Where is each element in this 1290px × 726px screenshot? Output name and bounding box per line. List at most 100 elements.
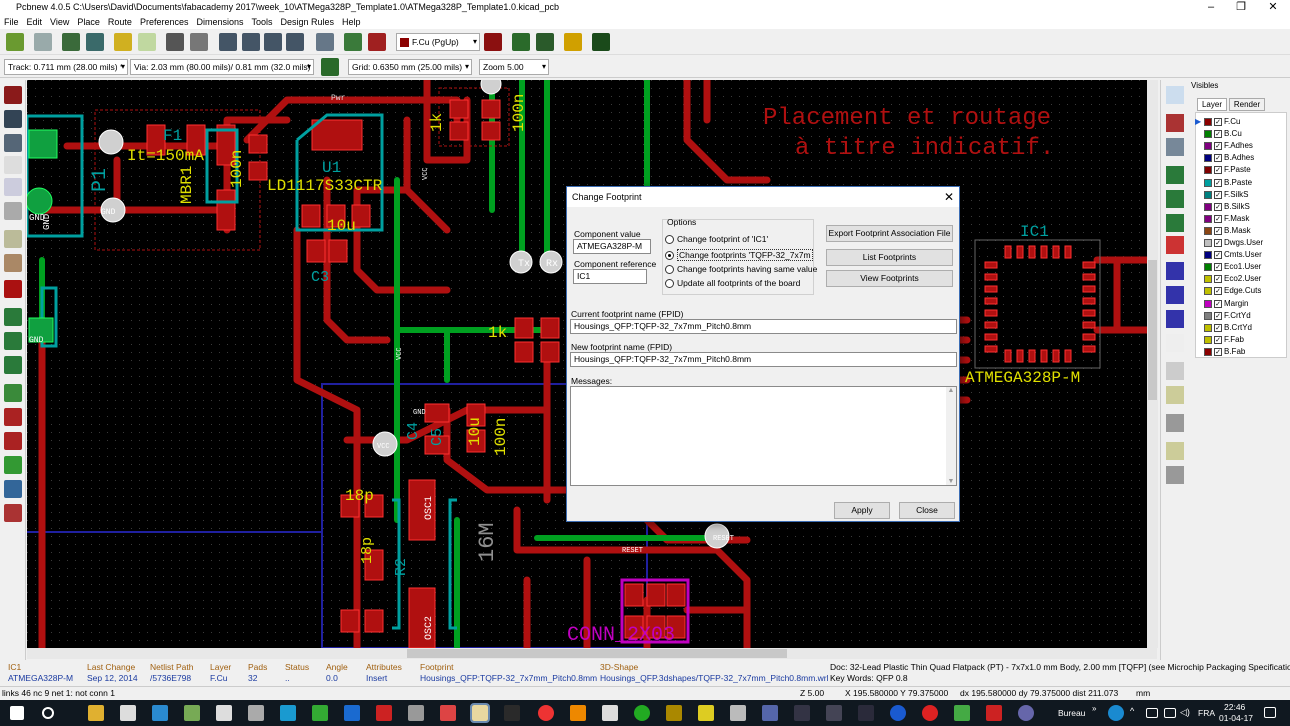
app-icon-3[interactable] xyxy=(248,705,264,721)
add-line-icon[interactable] xyxy=(1166,262,1184,280)
layer-color-swatch[interactable] xyxy=(1204,202,1212,211)
add-footprint-icon[interactable] xyxy=(1166,166,1184,184)
start-icon[interactable] xyxy=(10,706,24,720)
plot-icon[interactable] xyxy=(190,33,208,51)
pdf-icon[interactable] xyxy=(376,705,392,721)
tab-render[interactable]: Render xyxy=(1229,98,1265,111)
via-sketch-icon[interactable] xyxy=(4,408,22,426)
grid-toggle-icon[interactable] xyxy=(4,110,22,128)
layer-visible-checkbox[interactable]: ✓ xyxy=(1214,347,1222,356)
radio-icon[interactable] xyxy=(665,264,674,274)
layer-row[interactable]: ✓ F.Fab xyxy=(1204,334,1244,346)
drc-off-icon[interactable] xyxy=(4,86,22,104)
app-icon-12[interactable] xyxy=(730,705,746,721)
pad-sketch-icon[interactable] xyxy=(4,384,22,402)
high-contrast-icon[interactable] xyxy=(4,456,22,474)
ratsnest-icon[interactable] xyxy=(4,230,22,248)
app-icon-5[interactable] xyxy=(312,705,328,721)
calculator-icon[interactable] xyxy=(602,705,618,721)
layer-visible-checkbox[interactable]: ✓ xyxy=(1214,239,1222,247)
layer-row[interactable]: ✓ B.Paste xyxy=(1204,177,1252,189)
list-footprints-button[interactable]: List Footprints xyxy=(826,249,953,266)
app-icon-13[interactable] xyxy=(762,705,778,721)
layer-color-swatch[interactable] xyxy=(1204,299,1212,308)
minimize-button[interactable]: – xyxy=(1196,0,1226,15)
language-indicator[interactable]: FRA xyxy=(1198,708,1215,718)
track-width-select[interactable]: Track: 0.711 mm (28.00 mils) * ▾ xyxy=(4,59,128,75)
redraw-icon[interactable] xyxy=(264,33,282,51)
page-settings-icon[interactable] xyxy=(86,33,104,51)
scripting-icon[interactable] xyxy=(592,33,610,51)
menu-help[interactable]: Help xyxy=(338,15,365,29)
menu-preferences[interactable]: Preferences xyxy=(136,15,193,29)
layer-color-swatch[interactable] xyxy=(1204,214,1212,223)
layer-visible-checkbox[interactable]: ✓ xyxy=(1214,142,1222,151)
layer-row[interactable]: ✓ Edge.Cuts xyxy=(1204,285,1261,297)
layer-visible-checkbox[interactable]: ✓ xyxy=(1214,335,1222,344)
radio-icon[interactable] xyxy=(665,278,674,288)
find-icon[interactable] xyxy=(316,33,334,51)
mode-icon[interactable] xyxy=(564,33,582,51)
redo-icon[interactable] xyxy=(138,33,156,51)
layer-row[interactable]: ✓ F.Adhes xyxy=(1204,140,1253,152)
menu-edit[interactable]: Edit xyxy=(23,15,47,29)
horizontal-scroll-thumb[interactable] xyxy=(407,649,787,658)
zone-outline-icon[interactable] xyxy=(4,332,22,350)
close-button[interactable]: Close xyxy=(899,502,955,519)
layer-row[interactable]: ✓ B.Mask xyxy=(1204,225,1251,237)
layer-color-swatch[interactable] xyxy=(1204,335,1212,344)
layer-visible-checkbox[interactable]: ✓ xyxy=(1214,178,1222,187)
spotify-icon[interactable] xyxy=(634,705,650,721)
layer-row[interactable]: ✓ B.Cu xyxy=(1204,128,1242,140)
layer-color-swatch[interactable] xyxy=(1204,142,1212,151)
layer-select[interactable]: F.Cu (PgUp) ▾ xyxy=(396,33,480,51)
view-footprints-button[interactable]: View Footprints xyxy=(826,270,953,287)
vertical-scroll-thumb[interactable] xyxy=(1148,260,1157,400)
layer-color-swatch[interactable] xyxy=(1204,226,1212,235)
dialog-close-icon[interactable]: ✕ xyxy=(944,187,954,207)
layer-color-swatch[interactable] xyxy=(1204,166,1212,175)
app-icon-6[interactable] xyxy=(344,705,360,721)
menu-tools[interactable]: Tools xyxy=(248,15,277,29)
layer-visible-checkbox[interactable]: ✓ xyxy=(1214,226,1222,235)
auto-delete-track-icon[interactable] xyxy=(4,280,22,298)
network-icon[interactable] xyxy=(1164,708,1176,718)
drc-icon[interactable] xyxy=(368,33,386,51)
netlist-icon[interactable] xyxy=(344,33,362,51)
layer-color-swatch[interactable] xyxy=(1204,263,1212,272)
app-icon-20[interactable] xyxy=(986,705,1002,721)
option-change-same-footprint[interactable]: Change footprints 'TQFP-32_7x7m xyxy=(665,249,813,261)
clock-time[interactable]: 22:46 xyxy=(1224,702,1245,712)
layer-color-swatch[interactable] xyxy=(1204,347,1212,356)
close-window-button[interactable]: ✕ xyxy=(1258,0,1288,15)
grid-select[interactable]: Grid: 0.6350 mm (25.00 mils) ▾ xyxy=(348,59,472,75)
autoplace-icon[interactable] xyxy=(512,33,530,51)
zone-fill-icon[interactable] xyxy=(4,308,22,326)
module-ratsnest-icon[interactable] xyxy=(4,254,22,272)
layer-row[interactable]: ✓ B.SilkS xyxy=(1204,201,1250,213)
layer-visible-checkbox[interactable]: ✓ xyxy=(1214,190,1222,199)
inch-units-icon[interactable] xyxy=(4,156,22,174)
notifications-icon[interactable] xyxy=(1264,707,1276,718)
radio-selected-icon[interactable] xyxy=(665,250,674,260)
current-footprint-field[interactable]: Housings_QFP:TQFP-32_7x7mm_Pitch0.8mm xyxy=(570,319,957,334)
option-change-one[interactable]: Change footprint of 'IC1' xyxy=(665,234,768,244)
print-icon[interactable] xyxy=(166,33,184,51)
app-icon-21[interactable] xyxy=(1018,705,1034,721)
zoom-in-icon[interactable] xyxy=(219,33,237,51)
layer-visible-checkbox[interactable]: ✓ xyxy=(1214,275,1222,284)
menu-view[interactable]: View xyxy=(46,15,73,29)
save-board-icon[interactable] xyxy=(62,33,80,51)
layer-row[interactable]: ✓ F.CrtYd xyxy=(1204,310,1251,322)
pcbnew-task-icon[interactable] xyxy=(470,703,490,723)
layer-color-swatch[interactable] xyxy=(1204,251,1212,260)
search-icon[interactable] xyxy=(42,707,54,719)
layer-color-swatch[interactable] xyxy=(1204,118,1212,126)
explorer-icon[interactable] xyxy=(88,705,104,721)
layer-color-swatch[interactable] xyxy=(1204,130,1212,139)
menu-design-rules[interactable]: Design Rules xyxy=(277,15,339,29)
set-origin-icon[interactable] xyxy=(1166,442,1184,460)
option-update-all[interactable]: Update all footprints of the board xyxy=(665,278,800,288)
tray-app-icon[interactable] xyxy=(1108,705,1124,721)
auto-track-width-icon[interactable] xyxy=(321,58,339,76)
